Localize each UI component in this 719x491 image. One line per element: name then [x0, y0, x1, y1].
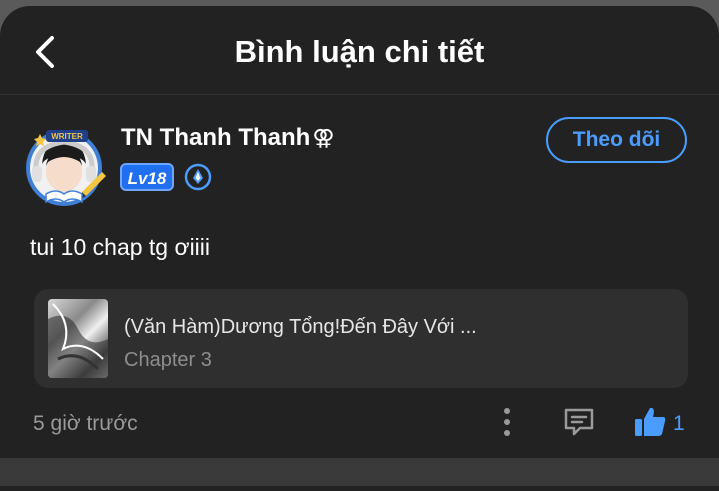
more-options-icon[interactable]	[497, 404, 517, 440]
username-text: TN Thanh Thanh	[121, 124, 311, 151]
section-divider	[0, 458, 719, 486]
avatar[interactable]: WRITER	[22, 122, 114, 208]
avatar-badge-text: WRITER	[51, 132, 83, 141]
reply-icon[interactable]	[562, 406, 596, 438]
follow-button[interactable]: Theo dõi	[546, 117, 687, 163]
thumbs-up-icon[interactable]	[632, 404, 668, 440]
story-thumbnail	[48, 299, 108, 378]
comment-text: tui 10 chap tg ơiiii	[30, 234, 211, 260]
story-card[interactable]: (Văn Hàm)Dương Tổng!Đến Đây Với ... Chap…	[34, 289, 688, 388]
rank-badge-icon	[184, 163, 212, 191]
story-chapter: Chapter 3	[124, 349, 212, 371]
username[interactable]: TN Thanh Thanh⚢	[121, 124, 334, 152]
comment-detail-sheet: Bình luận chi tiết WRITER TN Thanh Thanh…	[0, 6, 719, 491]
top-bar: Bình luận chi tiết	[0, 6, 719, 95]
level-badge: Lv18	[120, 163, 174, 191]
gender-icon: ⚢	[312, 125, 335, 150]
story-title: (Văn Hàm)Dương Tổng!Đến Đây Với ...	[124, 316, 477, 338]
comment-timestamp: 5 giờ trước	[33, 412, 138, 435]
page-title: Bình luận chi tiết	[234, 34, 485, 69]
like-count: 1	[673, 412, 685, 435]
